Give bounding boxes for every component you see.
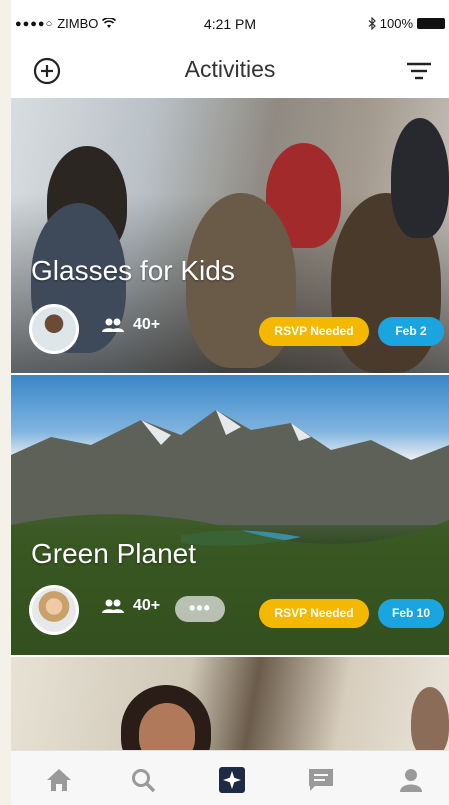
phone-screen: ●●●●○ ZIMBO 4:21 PM 100% Activities Glas… — [11, 0, 449, 805]
date-badge: Feb 10 — [378, 599, 444, 628]
tab-profile[interactable] — [395, 766, 427, 794]
app-header: Activities — [11, 44, 449, 98]
attendee-count-label: 40+ — [133, 597, 161, 614]
page-title: Activities — [184, 56, 276, 82]
profile-icon — [400, 769, 422, 792]
battery-icon — [417, 18, 445, 29]
home-icon — [47, 769, 71, 791]
activity-card[interactable]: Green Planet 40+ ••• RSVP Needed Feb 10 — [11, 375, 449, 655]
people-icon — [102, 318, 124, 332]
avatar[interactable] — [29, 585, 79, 635]
filter-icon[interactable] — [405, 60, 433, 82]
photo-person — [391, 118, 449, 238]
tab-home[interactable] — [43, 766, 75, 794]
activity-card[interactable]: Glasses for Kids 40+ RSVP Needed Feb 2 — [11, 98, 449, 373]
rsvp-badge[interactable]: RSVP Needed — [259, 599, 369, 628]
activity-card[interactable] — [11, 657, 449, 750]
attendee-count-label: 40+ — [133, 316, 161, 333]
search-icon — [132, 769, 156, 793]
tab-chat[interactable] — [305, 766, 337, 794]
photo-person — [411, 687, 449, 750]
people-icon — [102, 599, 124, 613]
battery-percent: 100% — [379, 16, 413, 31]
date-badge: Feb 2 — [378, 317, 444, 346]
rsvp-badge[interactable]: RSVP Needed — [259, 317, 369, 346]
activity-title: Green Planet — [31, 538, 196, 569]
battery-info: 100% — [368, 16, 445, 31]
activity-title: Glasses for Kids — [31, 255, 235, 286]
more-button[interactable]: ••• — [175, 596, 225, 622]
tab-activities[interactable] — [216, 766, 248, 794]
tab-search[interactable] — [127, 766, 159, 794]
chat-icon — [309, 769, 333, 791]
tab-bar — [11, 750, 449, 805]
status-bar: ●●●●○ ZIMBO 4:21 PM 100% — [11, 0, 449, 44]
bluetooth-icon — [368, 17, 376, 30]
activities-star-icon — [219, 767, 245, 793]
avatar[interactable] — [29, 304, 79, 354]
attendee-count: 40+ — [101, 597, 160, 615]
attendee-count: 40+ — [101, 316, 160, 334]
